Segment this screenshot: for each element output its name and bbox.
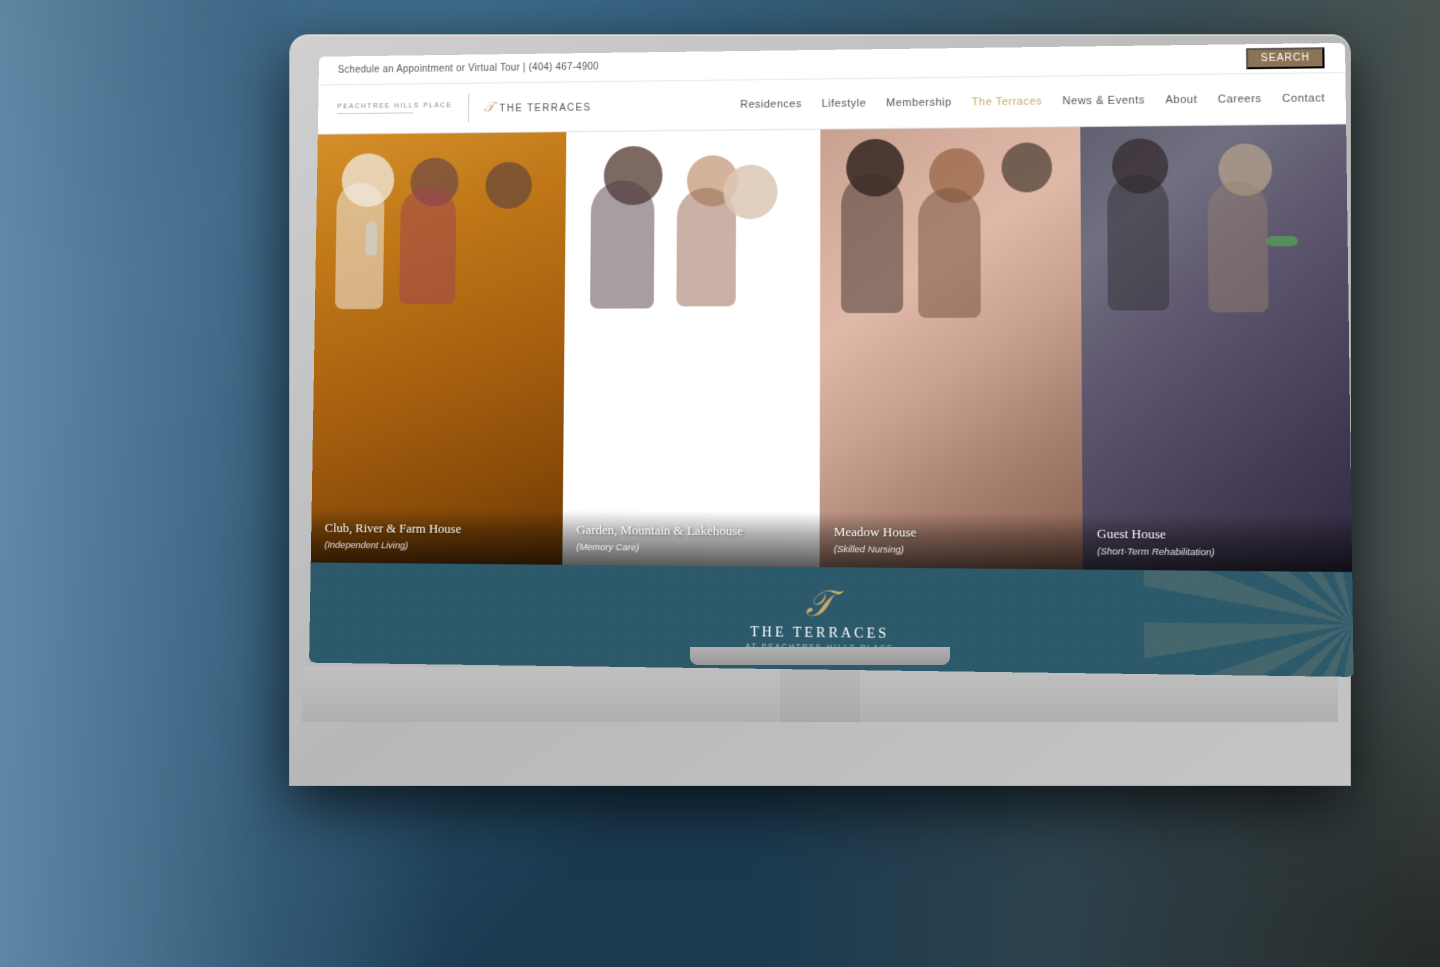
- nav-careers[interactable]: Careers: [1218, 93, 1262, 106]
- monitor-wrapper: Schedule an Appointment or Virtual Tour …: [290, 35, 1350, 785]
- panel-4-subtitle: (Short-Term Rehabilitation): [1097, 546, 1337, 559]
- monitor-frame: Schedule an Appointment or Virtual Tour …: [290, 35, 1350, 785]
- search-button[interactable]: SEARCH: [1246, 47, 1324, 69]
- panel-3[interactable]: Meadow House (Skilled Nursing): [820, 127, 1083, 569]
- contact-info: Schedule an Appointment or Virtual Tour …: [338, 62, 599, 76]
- terraces-brand-icon: 𝒯: [746, 585, 894, 623]
- peachtree-logo-text: PEACHTREE HILLS PLACE: [337, 101, 452, 117]
- panel-4-title: Guest House: [1097, 526, 1337, 545]
- panel-1-title: Club, River & Farm House: [325, 520, 549, 538]
- logo-area: PEACHTREE HILLS PLACE 𝒯 THE TERRACES: [337, 92, 592, 124]
- terraces-brand-name: THE TERRACES: [746, 625, 894, 643]
- nav-lifestyle[interactable]: Lifestyle: [822, 98, 867, 110]
- nav-about[interactable]: About: [1165, 94, 1197, 106]
- nav-membership[interactable]: Membership: [886, 97, 952, 110]
- panel-1-subtitle: (Independent Living): [324, 540, 548, 553]
- panel-2-subtitle: (Memory Care): [576, 542, 805, 555]
- panel-1[interactable]: Club, River & Farm House (Independent Li…: [311, 132, 567, 565]
- nav-contact[interactable]: Contact: [1282, 92, 1325, 105]
- monitor-screen: Schedule an Appointment or Virtual Tour …: [309, 43, 1353, 677]
- logo-separator: [468, 93, 469, 122]
- hero-section: Club, River & Farm House (Independent Li…: [311, 124, 1352, 572]
- nav-links: Residences Lifestyle Membership The Terr…: [740, 92, 1325, 110]
- nav-residences[interactable]: Residences: [740, 98, 802, 110]
- panel-1-overlay: Club, River & Farm House (Independent Li…: [311, 508, 563, 565]
- terraces-logo-text: 𝒯 THE TERRACES: [484, 98, 592, 116]
- nav-news-events[interactable]: News & Events: [1062, 94, 1144, 107]
- brand-content: 𝒯 THE TERRACES AT PEACHTREE HILLS PLACE: [746, 585, 894, 653]
- fan-pattern-decoration: [1144, 570, 1354, 677]
- nav-the-terraces[interactable]: The Terraces: [972, 96, 1043, 109]
- panel-3-title: Meadow House: [834, 524, 1069, 543]
- panel-3-overlay: Meadow House (Skilled Nursing): [820, 512, 1083, 570]
- panel-3-subtitle: (Skilled Nursing): [834, 544, 1069, 557]
- panel-4-overlay: Guest House (Short-Term Rehabilitation): [1083, 513, 1353, 572]
- stand-base: [690, 647, 950, 665]
- panel-2[interactable]: Garden, Mountain & Lakehouse (Memory Car…: [562, 130, 820, 567]
- stand-neck: [780, 667, 860, 722]
- panel-2-title: Garden, Mountain & Lakehouse: [576, 522, 805, 541]
- panel-2-overlay: Garden, Mountain & Lakehouse (Memory Car…: [562, 510, 819, 567]
- website-content: Schedule an Appointment or Virtual Tour …: [309, 43, 1353, 677]
- panel-4[interactable]: Guest House (Short-Term Rehabilitation): [1080, 124, 1352, 572]
- monitor-stand: [302, 667, 1338, 722]
